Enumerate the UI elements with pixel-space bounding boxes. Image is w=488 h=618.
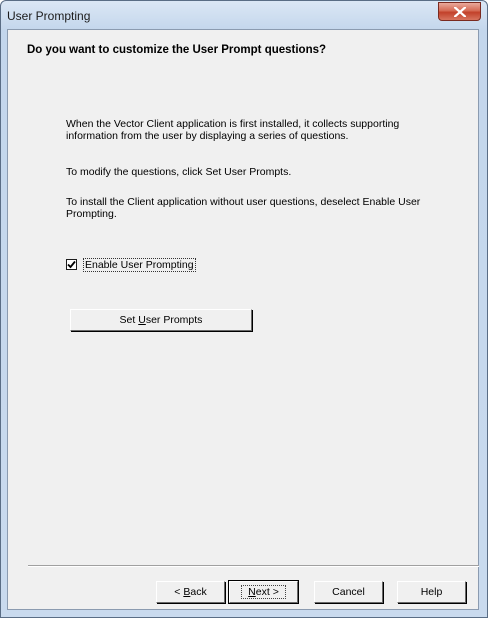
next-focus-rect: Next > — [241, 585, 286, 599]
enable-user-prompting-checkbox[interactable] — [66, 259, 77, 270]
window-title: User Prompting — [7, 9, 91, 23]
set-user-prompts-label-pre: Set — [119, 314, 139, 326]
install-instructions: To install the Client application withou… — [66, 196, 421, 220]
enable-user-prompting-label[interactable]: Enable User Prompting — [83, 258, 196, 272]
cancel-button[interactable]: Cancel — [314, 581, 383, 603]
intro-paragraph: When the Vector Client application is fi… — [66, 118, 400, 142]
back-label-pre: < — [174, 586, 184, 598]
cancel-label: Cancel — [332, 586, 365, 598]
page-heading: Do you want to customize the User Prompt… — [27, 44, 327, 56]
next-button[interactable]: Next > — [228, 580, 299, 604]
help-button[interactable]: Help — [397, 581, 466, 603]
modify-instructions: To modify the questions, click Set User … — [66, 166, 292, 178]
set-user-prompts-accel: U — [138, 314, 146, 326]
close-button[interactable] — [438, 2, 481, 21]
set-user-prompts-button[interactable]: Set User Prompts — [70, 309, 252, 331]
back-button[interactable]: < Back — [156, 581, 225, 603]
title-bar[interactable]: User Prompting — [1, 1, 487, 31]
close-icon — [453, 6, 466, 18]
next-label-post: ext > — [255, 586, 279, 598]
set-user-prompts-label-post: ser Prompts — [145, 314, 203, 326]
back-label-post: ack — [190, 586, 207, 598]
check-icon — [67, 260, 76, 269]
footer-separator — [28, 565, 479, 567]
next-accel: N — [248, 586, 256, 598]
help-label: Help — [420, 586, 443, 598]
